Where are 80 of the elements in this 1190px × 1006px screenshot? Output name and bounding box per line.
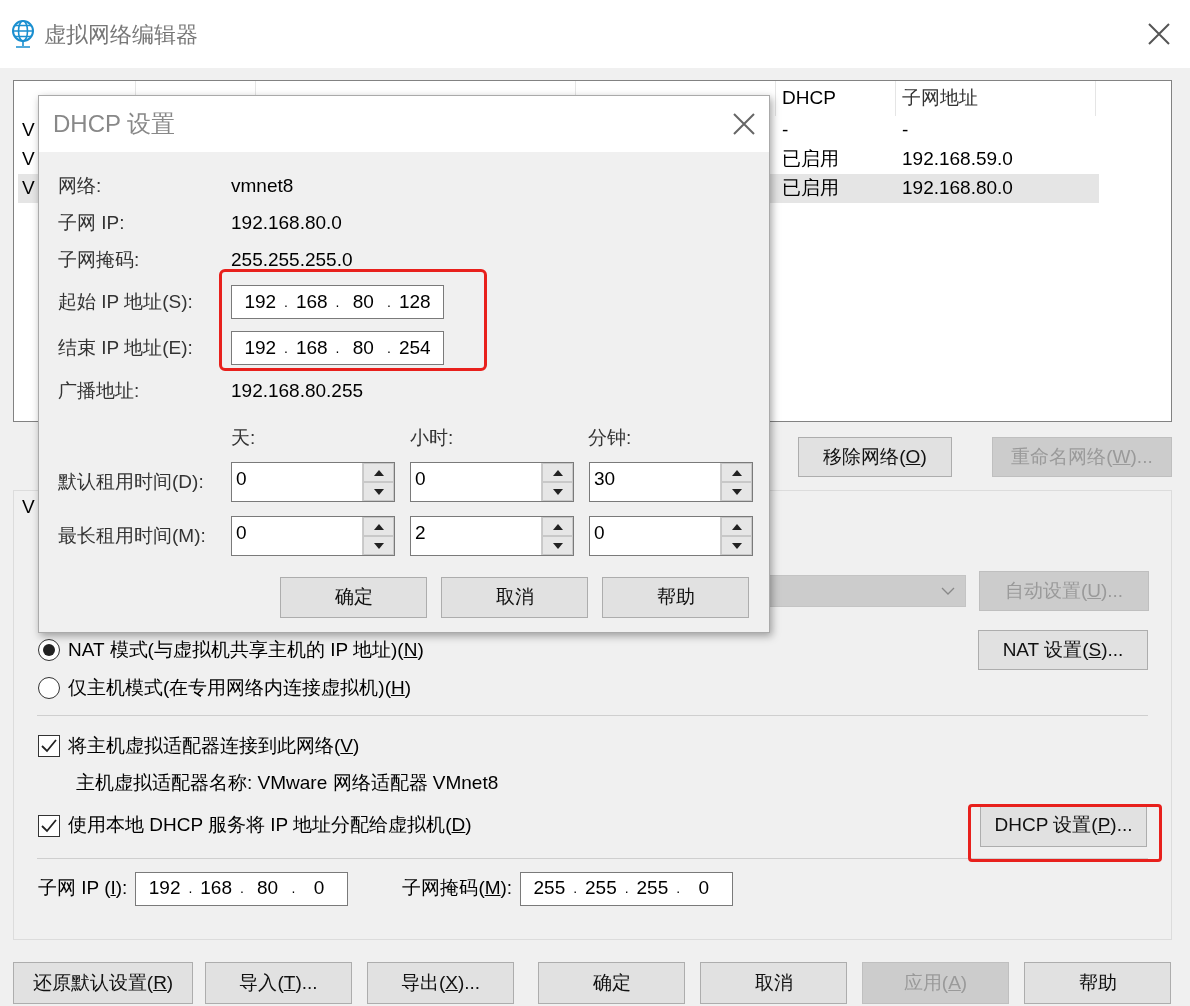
up-arrow-icon[interactable] — [552, 523, 563, 530]
info-label: 子网 IP: — [58, 211, 126, 236]
footer-button[interactable]: 取消 — [700, 962, 847, 1004]
globe-icon — [10, 19, 36, 49]
nat-settings-button[interactable]: NAT 设置(S)... — [978, 630, 1148, 670]
dialog-button[interactable]: 帮助 — [602, 577, 749, 618]
dialog-title: DHCP 设置 — [53, 109, 176, 139]
adapter-name-text: 主机虚拟适配器名称: VMware 网络适配器 VMnet8 — [76, 772, 499, 793]
number-spinner[interactable]: 30 — [589, 462, 753, 502]
remove-network-button[interactable]: 移除网络(O) — [798, 437, 952, 477]
ip-address-field[interactable]: 192 . 168 . 80 . 128 — [231, 285, 444, 319]
table-cell-text: V — [22, 147, 35, 172]
up-arrow-icon[interactable] — [373, 523, 384, 530]
up-arrow-icon[interactable] — [731, 469, 742, 476]
dialog-button[interactable]: 确定 — [280, 577, 427, 618]
number-spinner[interactable]: 0 — [231, 516, 395, 556]
checkbox-label[interactable]: 将主机虚拟适配器连接到此网络(V) — [68, 731, 360, 760]
info-value: 192.168.80.0 — [231, 211, 342, 236]
window-title: 虚拟网络编辑器 — [44, 20, 198, 49]
ip-address-field[interactable]: 192 . 168 . 80 . 254 — [231, 331, 444, 365]
table-cell-text: 192.168.59.0 — [902, 147, 1013, 172]
number-spinner[interactable]: 0 — [410, 462, 574, 502]
info-label: 子网掩码: — [58, 248, 141, 273]
subnet-mask-field[interactable]: 255 . 255 . 255 . 0 — [520, 871, 734, 906]
table-cell-text: - — [902, 118, 909, 143]
down-arrow-icon[interactable] — [373, 488, 384, 495]
column-header[interactable]: 子网地址 — [902, 84, 978, 113]
table-cell-text: V — [22, 118, 35, 143]
info-label: 广播地址: — [58, 378, 141, 403]
column-header[interactable]: DHCP — [782, 84, 836, 113]
down-arrow-icon[interactable] — [552, 488, 563, 495]
check-mark-icon — [41, 818, 57, 833]
chevron-down-icon — [941, 587, 955, 595]
up-arrow-icon[interactable] — [373, 469, 384, 476]
check-mark-icon — [41, 738, 57, 753]
footer-button[interactable]: 确定 — [538, 962, 685, 1004]
unit-label: 分钟: — [588, 425, 632, 450]
down-arrow-icon[interactable] — [373, 542, 384, 549]
radio-button[interactable] — [38, 677, 60, 700]
footer-button[interactable]: 导入(T)... — [205, 962, 352, 1004]
checkbox-label[interactable]: 使用本地 DHCP 服务将 IP 地址分配给虚拟机(D) — [68, 811, 472, 840]
number-spinner[interactable]: 2 — [410, 516, 574, 556]
footer-button[interactable]: 导出(X)... — [367, 962, 514, 1004]
radio-button[interactable] — [38, 639, 60, 661]
field-label: 子网 IP (I): — [38, 876, 128, 901]
field-label: 起始 IP 地址(S): — [58, 289, 194, 314]
subnet-ip-field[interactable]: 192 . 168 . 80 . 0 — [135, 871, 349, 906]
number-spinner[interactable]: 0 — [589, 516, 753, 556]
checkbox[interactable] — [38, 734, 60, 757]
table-cell-text: 已启用 — [782, 147, 839, 172]
close-icon[interactable] — [733, 113, 755, 135]
info-value: 192.168.80.255 — [231, 378, 364, 403]
info-value: 255.255.255.0 — [231, 248, 353, 273]
close-icon[interactable] — [1148, 23, 1170, 45]
footer-button[interactable]: 还原默认设置(R) — [13, 962, 193, 1004]
down-arrow-icon[interactable] — [731, 542, 742, 549]
number-spinner[interactable]: 0 — [231, 462, 395, 502]
radio-label[interactable]: 仅主机模式(在专用网络内连接虚拟机)(H) — [68, 674, 412, 703]
table-cell-text: - — [782, 118, 789, 143]
unit-label: 小时: — [410, 425, 455, 450]
down-arrow-icon[interactable] — [552, 542, 563, 549]
radio-label[interactable]: NAT 模式(与虚拟机共享主机的 IP 地址)(N) — [68, 635, 424, 665]
field-label: 结束 IP 地址(E): — [58, 335, 194, 360]
checkbox[interactable] — [38, 814, 60, 837]
field-label: 子网掩码(M): — [402, 876, 513, 901]
table-cell-text: V — [22, 176, 35, 201]
field-label: 默认租用时间(D): — [58, 469, 205, 494]
up-arrow-icon[interactable] — [731, 523, 742, 530]
down-arrow-icon[interactable] — [731, 488, 742, 495]
up-arrow-icon[interactable] — [552, 469, 563, 476]
info-value: vmnet8 — [231, 174, 294, 199]
info-label: 网络: — [58, 174, 103, 199]
dhcp-settings-button[interactable]: DHCP 设置(P)... — [980, 804, 1147, 847]
group-legend: V — [22, 493, 35, 522]
table-cell-text: 192.168.80.0 — [902, 176, 1013, 201]
field-label: 最长租用时间(M): — [58, 523, 207, 548]
table-cell-text: 已启用 — [782, 176, 839, 201]
footer-button[interactable]: 帮助 — [1024, 962, 1171, 1004]
unit-label: 天: — [231, 425, 257, 450]
dialog-button[interactable]: 取消 — [441, 577, 588, 618]
